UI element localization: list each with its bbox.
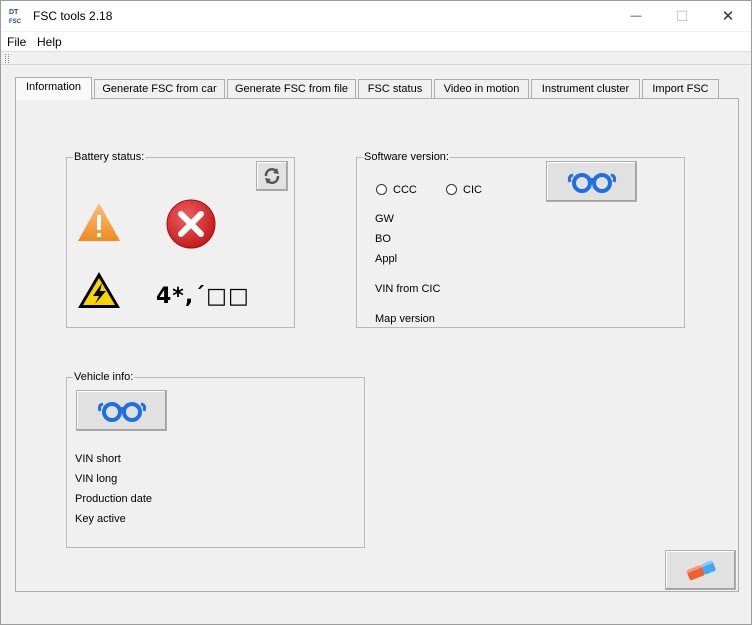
information-panel: Battery status: 4*,´□□ Software version:… xyxy=(15,98,739,592)
warning-icon xyxy=(78,203,120,241)
vin-long-label: VIN long xyxy=(75,473,118,485)
vin-from-cic-label: VIN from CIC xyxy=(375,283,441,295)
radio-cic[interactable] xyxy=(446,184,457,195)
bo-label: BO xyxy=(375,233,391,245)
appl-label: Appl xyxy=(375,253,398,265)
battery-refresh-button[interactable] xyxy=(256,161,288,191)
svg-text:DT: DT xyxy=(9,9,19,16)
read-software-button[interactable] xyxy=(546,161,637,202)
vehicle-info-group: Vehicle info: VIN short VIN long Product… xyxy=(66,371,365,548)
menu-file[interactable]: File xyxy=(7,35,26,49)
tab-generate-fsc-from-car[interactable]: Generate FSC from car xyxy=(94,79,225,99)
tab-information[interactable]: Information xyxy=(15,77,92,100)
menu-help[interactable]: Help xyxy=(37,35,62,49)
svg-text:FSC: FSC xyxy=(9,19,22,25)
eraser-icon xyxy=(685,560,716,581)
tab-video-in-motion[interactable]: Video in motion xyxy=(434,79,529,99)
close-icon: ✕ xyxy=(721,8,735,25)
refresh-icon xyxy=(264,168,280,184)
high-voltage-icon xyxy=(78,272,120,308)
tab-instrument-cluster[interactable]: Instrument cluster xyxy=(531,79,640,99)
gw-label: GW xyxy=(375,213,394,225)
toolbar-grip[interactable] xyxy=(5,54,9,63)
tab-import-fsc[interactable]: Import FSC xyxy=(642,79,719,99)
key-active-label: Key active xyxy=(75,513,126,525)
vin-short-label: VIN short xyxy=(75,453,121,465)
clear-button[interactable] xyxy=(665,550,736,590)
battery-status-code: 4*,´□□ xyxy=(156,284,250,309)
radio-ccc[interactable] xyxy=(376,184,387,195)
maximize-button[interactable]: ☐ xyxy=(659,1,705,31)
toolbar-strip xyxy=(1,53,751,65)
app-window: DT FSC FSC tools 2.18 — ☐ ✕ File Help In… xyxy=(0,0,752,625)
software-version-group: Software version: CCC CIC GW BO Appl VIN… xyxy=(356,151,685,328)
map-version-label: Map version xyxy=(375,313,435,325)
menu-bar: File Help xyxy=(1,32,751,52)
radio-cic-label[interactable]: CIC xyxy=(463,184,482,196)
close-button[interactable]: ✕ xyxy=(705,1,751,31)
battery-status-group: Battery status: 4*,´□□ xyxy=(66,151,295,328)
glasses-icon xyxy=(97,401,146,422)
vehicle-info-legend: Vehicle info: xyxy=(73,371,135,383)
glasses-icon xyxy=(567,172,616,193)
battery-status-legend: Battery status: xyxy=(73,151,146,163)
radio-ccc-label[interactable]: CCC xyxy=(393,184,417,196)
read-vehicle-info-button[interactable] xyxy=(76,390,167,431)
minimize-button[interactable]: — xyxy=(613,1,659,31)
software-version-legend: Software version: xyxy=(363,151,450,163)
minimize-icon: — xyxy=(630,10,642,22)
app-logo-icon: DT FSC xyxy=(9,9,22,25)
title-bar[interactable]: DT FSC FSC tools 2.18 — ☐ ✕ xyxy=(1,1,751,31)
maximize-icon: ☐ xyxy=(675,7,689,24)
tab-fsc-status[interactable]: FSC status xyxy=(358,79,432,99)
error-icon xyxy=(166,199,216,249)
tab-generate-fsc-from-file[interactable]: Generate FSC from file xyxy=(227,79,356,99)
production-date-label: Production date xyxy=(75,493,153,505)
window-title: FSC tools 2.18 xyxy=(33,9,113,23)
